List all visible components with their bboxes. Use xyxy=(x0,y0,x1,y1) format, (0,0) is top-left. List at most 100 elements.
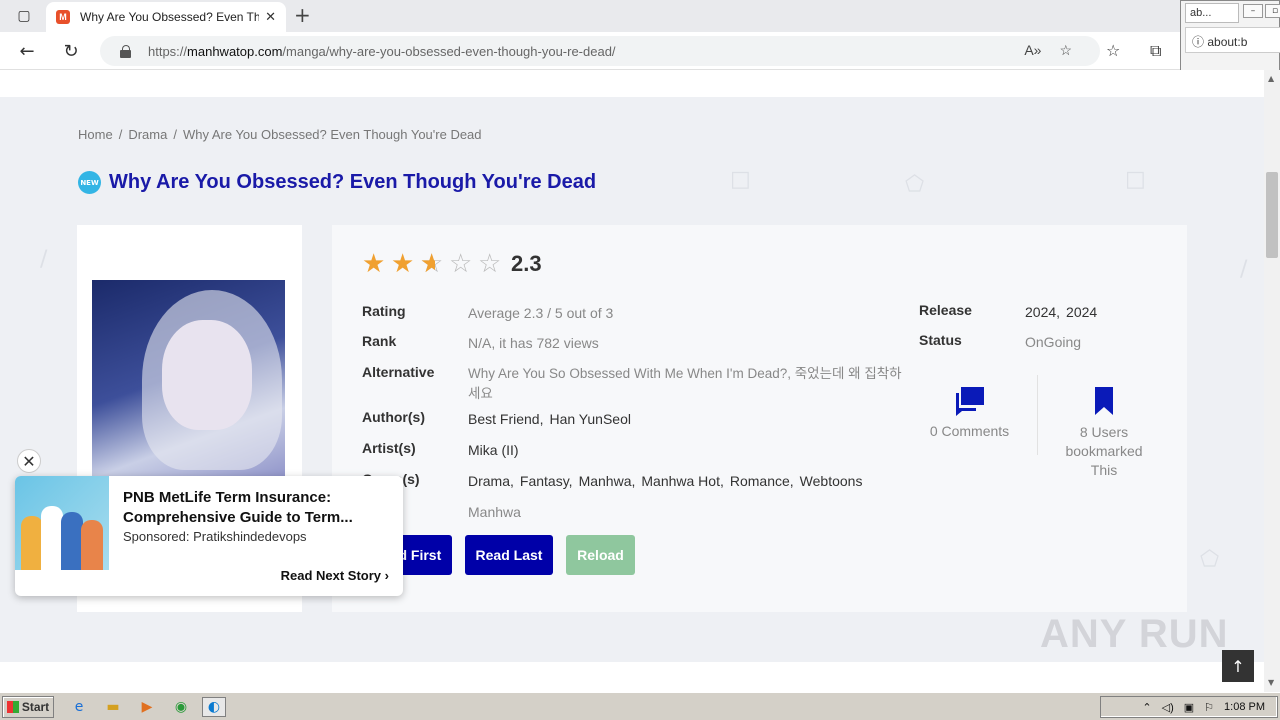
tray-expand-icon[interactable]: ⌃ xyxy=(1142,701,1151,714)
windows-logo-icon xyxy=(6,701,19,713)
back-icon[interactable]: ← xyxy=(16,40,38,62)
release-year-link[interactable]: 2024, xyxy=(1025,304,1060,320)
ad-image[interactable] xyxy=(15,476,109,570)
refresh-icon[interactable]: ↻ xyxy=(60,40,82,62)
volume-icon[interactable]: ◁) xyxy=(1162,701,1174,714)
lock-icon xyxy=(120,45,132,58)
read-next-story-link[interactable]: Read Next Story › xyxy=(281,568,389,583)
stats-divider xyxy=(1037,375,1038,455)
media-player-icon[interactable]: ▶ xyxy=(136,697,158,717)
browser-toolbar: ← ↻ https://manhwatop.com/manga/why-are-… xyxy=(0,32,1280,70)
ie-icon[interactable]: e xyxy=(68,697,90,717)
new-tab-icon[interactable]: + xyxy=(294,5,311,25)
rating-row: Rating Average 2.3 / 5 out of 3 xyxy=(362,303,918,323)
rating-score: 2.3 xyxy=(511,251,542,276)
decor-shape-icon: □ xyxy=(730,167,751,192)
start-label: Start xyxy=(21,700,50,714)
bookmark-block[interactable]: 8 Users bookmarked This xyxy=(1054,385,1154,480)
popup-tab[interactable]: ab... xyxy=(1185,3,1239,23)
decor-shape-icon: / xyxy=(1240,257,1248,282)
rating-value: Average 2.3 / 5 out of 3 xyxy=(468,305,614,321)
bookmark-icon xyxy=(1095,387,1113,415)
folder-icon[interactable]: ▬ xyxy=(102,697,124,717)
star-empty-icon[interactable]: ☆ xyxy=(478,251,507,277)
decor-shape-icon: ⬠ xyxy=(905,172,925,197)
rank-value: N/A, it has 782 views xyxy=(468,335,599,351)
tab-close-icon[interactable]: ✕ xyxy=(265,9,276,25)
maximize-icon[interactable]: ▫ xyxy=(1265,4,1280,18)
reload-button[interactable]: Reload xyxy=(566,535,635,575)
network-icon[interactable]: ▣ xyxy=(1184,701,1194,714)
star-empty-icon[interactable]: ☆ xyxy=(449,251,478,277)
genre-link[interactable]: Manhwa, xyxy=(579,473,636,489)
flag-icon[interactable]: ⚐ xyxy=(1204,701,1214,714)
artist-link[interactable]: Mika (II) xyxy=(468,440,918,460)
breadcrumb-genre[interactable]: Drama xyxy=(128,127,167,142)
sponsored-ad-card[interactable]: PNB MetLife Term Insurance: Comprehensiv… xyxy=(15,476,403,596)
scroll-up-icon[interactable]: ▲ xyxy=(1268,74,1274,83)
genre-link[interactable]: Webtoons xyxy=(800,473,863,489)
read-last-button[interactable]: Read Last xyxy=(465,535,553,575)
title-row: NEW Why Are You Obsessed? Even Though Yo… xyxy=(78,171,596,194)
browser-tab[interactable]: M Why Are You Obsessed? Even Tho ✕ xyxy=(46,2,286,32)
edge-icon[interactable]: ◐ xyxy=(202,697,226,717)
address-bar[interactable]: https://manhwatop.com/manga/why-are-you-… xyxy=(100,36,1100,66)
cover-art-face xyxy=(162,320,252,430)
genres-row: Genre(s) Drama,Fantasy,Manhwa,Manhwa Hot… xyxy=(362,471,928,491)
genre-link[interactable]: Drama, xyxy=(468,473,514,489)
read-aloud-icon[interactable]: A» xyxy=(1024,42,1041,59)
artists-label: Artist(s) xyxy=(362,440,416,456)
read-next-label: Read Next Story xyxy=(280,568,382,583)
back-to-top-icon[interactable]: ↑ xyxy=(1222,650,1254,682)
rank-row: Rank N/A, it has 782 views xyxy=(362,333,918,353)
clock[interactable]: 1:08 PM xyxy=(1224,701,1265,713)
rating-stars[interactable]: ★ ★ ☆ ☆ ☆ 2.3 xyxy=(362,251,542,277)
minimize-icon[interactable]: – xyxy=(1243,4,1263,18)
site-favicon-icon: M xyxy=(56,10,70,24)
author-link[interactable]: Best Friend, xyxy=(468,411,543,427)
breadcrumb-current[interactable]: Why Are You Obsessed? Even Though You're… xyxy=(183,127,482,142)
genre-link[interactable]: Romance, xyxy=(730,473,794,489)
type-value: Manhwa xyxy=(468,504,521,520)
popup-address-text: about:b xyxy=(1207,35,1248,49)
url-host: manhwatop.com xyxy=(187,43,283,59)
popup-address-bar[interactable]: ⓘ about:b xyxy=(1185,27,1280,53)
tab-title: Why Are You Obsessed? Even Tho xyxy=(80,10,260,24)
tab-actions-icon[interactable]: ▢ xyxy=(10,6,38,26)
url-path: /manga/why-are-you-obsessed-even-though-… xyxy=(282,43,616,59)
genre-link[interactable]: Fantasy, xyxy=(520,473,573,489)
add-favorite-icon[interactable]: ☆ xyxy=(1059,42,1072,59)
watermark-logo: ANY RUN xyxy=(1040,612,1229,656)
chrome-icon[interactable]: ◉ xyxy=(170,697,192,717)
release-row: Release 2024, 2024 xyxy=(919,302,1145,322)
star-half-icon[interactable]: ☆ xyxy=(420,251,449,277)
page-scrollbar[interactable] xyxy=(1264,70,1280,692)
ad-illustration-person xyxy=(61,512,83,570)
release-year-link[interactable]: 2024 xyxy=(1066,304,1097,320)
alternative-label: Alternative xyxy=(362,364,435,380)
status-label: Status xyxy=(919,332,962,348)
ad-title[interactable]: PNB MetLife Term Insurance: Comprehensiv… xyxy=(123,488,393,528)
collections-icon[interactable]: ⧉ xyxy=(1150,41,1161,61)
breadcrumb-home[interactable]: Home xyxy=(78,127,113,142)
breadcrumb-separator: / xyxy=(173,127,177,142)
start-button[interactable]: Start xyxy=(2,696,54,718)
rank-label: Rank xyxy=(362,333,397,349)
bookmark-count: 8 Users bookmarked This xyxy=(1065,424,1143,478)
ad-illustration-person xyxy=(81,520,103,570)
author-link[interactable]: Han YunSeol xyxy=(549,411,630,427)
genre-link[interactable]: Manhwa Hot, xyxy=(641,473,723,489)
favorites-icon[interactable]: ☆ xyxy=(1106,41,1120,60)
authors-row: Author(s) Best Friend, Han YunSeol xyxy=(362,409,918,429)
artists-row: Artist(s) Mika (II) xyxy=(362,440,918,460)
comments-block[interactable]: 0 Comments xyxy=(922,385,1017,439)
ad-close-icon[interactable]: ✕ xyxy=(17,449,41,473)
taskbar: Start e ▬ ▶ ◉ ◐ ⌃ ◁) ▣ ⚐ 1:08 PM xyxy=(0,692,1280,720)
status-value: OnGoing xyxy=(1025,334,1082,350)
release-label: Release xyxy=(919,302,972,318)
scrollbar-thumb[interactable] xyxy=(1266,172,1278,258)
breadcrumb-separator: / xyxy=(118,127,123,142)
star-full-icon[interactable]: ★ xyxy=(391,251,420,277)
star-full-icon[interactable]: ★ xyxy=(362,251,391,277)
scroll-down-icon[interactable]: ▼ xyxy=(1268,678,1274,687)
